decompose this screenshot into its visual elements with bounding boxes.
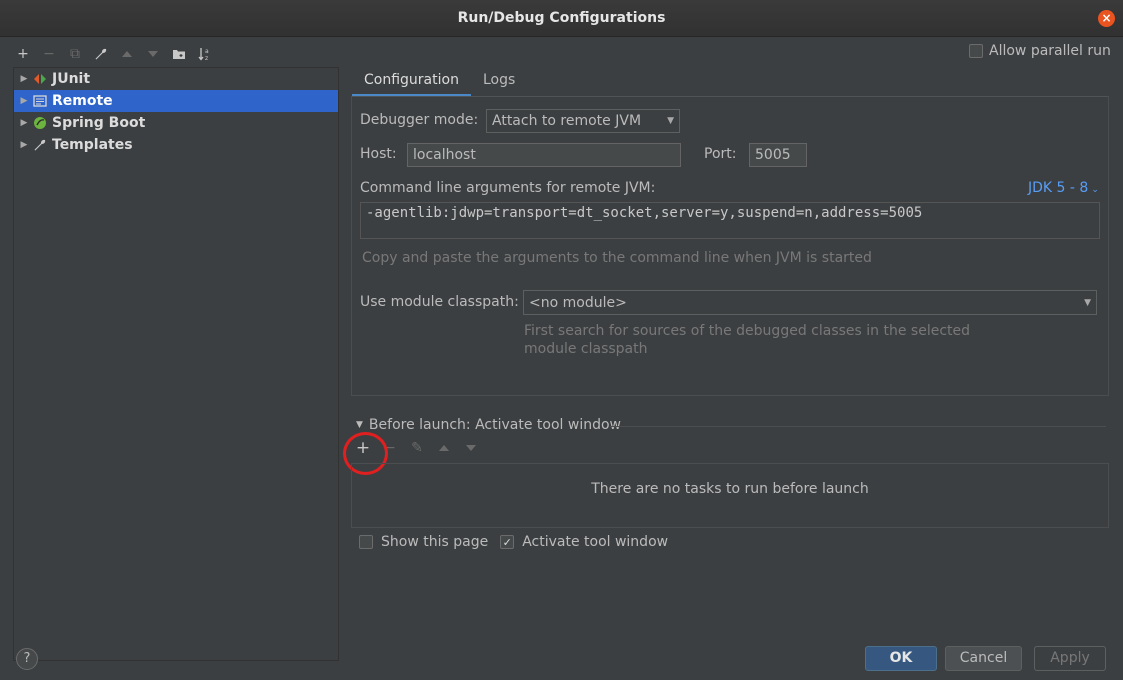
- tree-item-label: Spring Boot: [52, 115, 146, 131]
- title-bar: Run/Debug Configurations ×: [0, 0, 1123, 37]
- folder-icon[interactable]: [172, 46, 186, 62]
- cmd-args-label: Command line arguments for remote JVM:: [360, 180, 656, 196]
- module-classpath-select[interactable]: <no module> ▼: [523, 290, 1097, 315]
- allow-parallel-checkbox[interactable]: [969, 44, 983, 58]
- chevron-down-icon: ▼: [667, 116, 674, 126]
- close-button[interactable]: ×: [1098, 10, 1115, 27]
- module-hint-line-1: First search for sources of the debugged…: [524, 323, 971, 339]
- edit-task-icon[interactable]: ✎: [410, 440, 424, 456]
- before-launch-task-list[interactable]: There are no tasks to run before launch: [351, 463, 1109, 528]
- remote-icon: [32, 93, 48, 109]
- svg-text:z: z: [205, 55, 208, 61]
- expand-arrow-icon[interactable]: ▶: [16, 74, 32, 84]
- section-divider: [610, 426, 1106, 427]
- activate-tool-window-label: Activate tool window: [522, 534, 669, 550]
- move-down-icon[interactable]: [146, 46, 160, 62]
- tab-bar: Configuration Logs: [352, 67, 527, 97]
- host-input[interactable]: localhost: [407, 143, 681, 167]
- allow-parallel-label: Allow parallel run: [989, 43, 1111, 59]
- tree-item-spring-boot[interactable]: ▶ Spring Boot: [14, 112, 338, 134]
- cmd-args-hint: Copy and paste the arguments to the comm…: [362, 250, 872, 266]
- cmd-args-field[interactable]: -agentlib:jdwp=transport=dt_socket,serve…: [360, 202, 1100, 239]
- chevron-down-icon: ▼: [1084, 297, 1091, 308]
- show-page-checkbox[interactable]: [359, 535, 373, 549]
- expand-arrow-icon[interactable]: ▶: [16, 140, 32, 150]
- debugger-mode-select[interactable]: Attach to remote JVM ▼: [486, 109, 680, 133]
- config-tree: ▶ JUnit ▶ Remote ▶ Spring Boot ▶ Templat…: [13, 67, 339, 661]
- module-hint-line-2: module classpath: [524, 341, 648, 357]
- add-icon[interactable]: +: [16, 46, 30, 62]
- tree-item-label: Remote: [52, 93, 113, 109]
- tree-item-remote[interactable]: ▶ Remote: [14, 90, 338, 112]
- jdk-version-text: JDK 5 - 8: [1028, 180, 1089, 196]
- show-page-label: Show this page: [381, 534, 489, 550]
- launch-options: Show this page ✓ Activate tool window: [359, 534, 668, 550]
- help-button[interactable]: ?: [16, 648, 38, 670]
- wrench-icon[interactable]: [94, 46, 108, 62]
- expand-arrow-icon[interactable]: ▶: [16, 96, 32, 106]
- tab-configuration[interactable]: Configuration: [352, 67, 471, 97]
- ok-button[interactable]: OK: [865, 646, 937, 671]
- remove-icon[interactable]: −: [42, 46, 56, 62]
- dialog-title: Run/Debug Configurations: [457, 10, 666, 26]
- allow-parallel-run[interactable]: Allow parallel run: [969, 43, 1111, 59]
- before-launch-title: Before launch: Activate tool window: [368, 417, 621, 433]
- tree-item-label: JUnit: [52, 71, 91, 87]
- sort-icon[interactable]: az: [198, 46, 212, 62]
- port-input[interactable]: 5005: [749, 143, 807, 167]
- move-up-icon[interactable]: [437, 440, 451, 456]
- svg-text:a: a: [205, 48, 209, 55]
- move-up-icon[interactable]: [120, 46, 134, 62]
- configuration-panel: [351, 96, 1109, 396]
- tree-item-templates[interactable]: ▶ Templates: [14, 134, 338, 156]
- host-label: Host:: [360, 146, 397, 162]
- activate-tool-window-checkbox[interactable]: ✓: [500, 535, 515, 549]
- copy-icon[interactable]: ⧉: [68, 46, 82, 62]
- collapse-arrow-icon: ▼: [356, 420, 363, 430]
- module-classpath-label: Use module classpath:: [360, 294, 519, 310]
- junit-icon: [32, 71, 48, 87]
- dialog-body: + − ⧉ az ▶ JUnit ▶ Remote ▶ Spring Boot …: [0, 37, 1123, 680]
- tree-item-junit[interactable]: ▶ JUnit: [14, 68, 338, 90]
- debugger-mode-label: Debugger mode:: [360, 112, 479, 128]
- expand-arrow-icon[interactable]: ▶: [16, 118, 32, 128]
- jdk-version-link[interactable]: JDK 5 - 8 ⌄: [1028, 180, 1099, 196]
- empty-tasks-message: There are no tasks to run before launch: [591, 481, 869, 497]
- cancel-button[interactable]: Cancel: [945, 646, 1022, 671]
- tab-logs[interactable]: Logs: [471, 67, 527, 97]
- spring-boot-icon: [32, 115, 48, 131]
- debugger-mode-value: Attach to remote JVM: [492, 113, 642, 129]
- wrench-icon: [32, 137, 48, 153]
- module-classpath-value: <no module>: [529, 294, 627, 311]
- move-down-icon[interactable]: [464, 440, 478, 456]
- port-label: Port:: [704, 146, 737, 162]
- before-launch-header[interactable]: ▼ Before launch: Activate tool window: [356, 417, 621, 433]
- config-toolbar: + − ⧉ az: [16, 45, 212, 63]
- apply-button[interactable]: Apply: [1034, 646, 1106, 671]
- tree-item-label: Templates: [52, 137, 133, 153]
